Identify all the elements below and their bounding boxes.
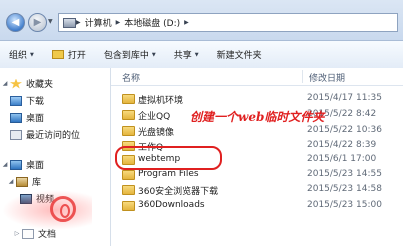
folder-icon <box>122 170 135 180</box>
back-button[interactable]: ◀ <box>6 13 25 32</box>
file-name: 360安全浏览器下载 <box>138 187 219 197</box>
command-bar: 组织 ▼ 打开 包含到库中 ▼ 共享 ▼ 新建文件夹 <box>0 41 403 69</box>
annotation-text: 创建一个web临时文件夹 <box>190 110 325 124</box>
file-name: 虚拟机环境 <box>138 96 184 106</box>
file-row[interactable]: 360Downloads 2015/5/23 15:00 <box>111 198 403 213</box>
breadcrumb-drive-d[interactable]: 本地磁盘 (D:) <box>120 16 184 29</box>
star-icon <box>10 78 22 89</box>
file-date: 2015/5/23 14:58 <box>307 184 382 194</box>
file-date: 2015/4/22 8:39 <box>307 140 377 150</box>
nav-item-label: 桌面 <box>26 161 45 171</box>
file-name: Program Files <box>138 169 199 179</box>
file-name: 企业QQ <box>138 112 171 122</box>
column-header-name[interactable]: 名称 <box>122 71 140 84</box>
file-date: 2015/5/23 14:55 <box>307 169 382 179</box>
column-divider[interactable] <box>302 70 303 83</box>
download-folder-icon <box>10 95 22 106</box>
nav-item-favorites[interactable]: ◢ 收藏夹 <box>0 76 53 91</box>
file-date: 2015/5/22 10:36 <box>307 125 382 135</box>
nav-item-label: 收藏夹 <box>26 80 54 90</box>
library-icon <box>16 176 28 187</box>
share-label: 共享 <box>173 51 192 61</box>
file-row[interactable]: 虚拟机环境 2015/4/17 11:35 <box>111 91 403 106</box>
nav-item-desktop[interactable]: ◢ 桌面 <box>0 157 44 172</box>
arrow-right-icon: ▶ <box>33 17 42 28</box>
nav-item-label: 最近访问的位 <box>26 131 81 141</box>
new-folder-button[interactable]: 新建文件夹 <box>208 48 271 61</box>
arrow-left-icon: ◀ <box>11 17 20 28</box>
documents-icon <box>22 228 34 239</box>
folder-icon <box>122 201 135 211</box>
recent-pages-dropdown-icon[interactable]: ▼ <box>48 18 53 25</box>
breadcrumb-computer[interactable]: 计算机 <box>81 16 116 29</box>
file-date: 2015/6/1 17:00 <box>307 154 377 164</box>
breadcrumb[interactable]: ▶ 计算机 ▶ 本地磁盘 (D:) ▶ <box>58 13 398 32</box>
chevron-right-icon[interactable]: ▶ <box>184 19 189 26</box>
file-row[interactable]: 360安全浏览器下载 2015/5/23 14:58 <box>111 182 403 197</box>
share-button[interactable]: 共享 ▼ <box>165 48 208 61</box>
open-label: 打开 <box>67 51 86 61</box>
open-button[interactable]: 打开 <box>43 48 95 61</box>
nav-item-recent-places[interactable]: 最近访问的位 <box>10 127 80 142</box>
recent-places-icon <box>10 129 22 140</box>
desktop-icon <box>10 112 22 123</box>
file-name: 光盘镜像 <box>138 128 175 138</box>
forward-button[interactable]: ▶ <box>28 13 47 32</box>
column-header-row: 名称 修改日期 <box>111 68 403 86</box>
chevron-down-icon: ▼ <box>151 51 156 58</box>
nav-item-label: 下载 <box>26 97 45 107</box>
organize-button[interactable]: 组织 ▼ <box>0 48 43 61</box>
collapse-triangle-icon[interactable]: ◢ <box>0 161 10 168</box>
nav-item-downloads[interactable]: 下载 <box>10 93 44 108</box>
column-header-date[interactable]: 修改日期 <box>309 71 345 84</box>
collapse-triangle-icon[interactable]: ◢ <box>6 178 16 185</box>
nav-item-label: 桌面 <box>26 114 45 124</box>
new-folder-label: 新建文件夹 <box>216 51 262 61</box>
nav-item-desktop-fav[interactable]: 桌面 <box>10 110 44 125</box>
computer-icon <box>63 17 76 28</box>
file-name: 360Downloads <box>138 200 205 210</box>
chevron-down-icon: ▼ <box>194 51 199 58</box>
address-bar: ◀ ▶ ▼ ▶ 计算机 ▶ 本地磁盘 (D:) ▶ <box>0 0 403 41</box>
nav-item-label: 库 <box>32 178 42 188</box>
expand-triangle-icon[interactable]: ▷ <box>12 230 22 237</box>
file-date: 2015/4/17 11:35 <box>307 93 382 103</box>
highlight-circle <box>115 146 222 170</box>
file-row[interactable]: 光盘镜像 2015/5/22 10:36 <box>111 123 403 138</box>
folder-open-icon <box>51 50 64 59</box>
desktop-icon <box>10 159 22 170</box>
click-glow <box>2 190 92 230</box>
chevron-down-icon: ▼ <box>30 51 34 58</box>
folder-icon <box>122 126 135 136</box>
mouse-click-indicator-icon <box>50 196 76 222</box>
organize-label: 组织 <box>9 51 28 61</box>
folder-icon <box>122 110 135 120</box>
folder-icon <box>122 94 135 104</box>
folder-icon <box>122 185 135 195</box>
collapse-triangle-icon[interactable]: ◢ <box>0 80 10 87</box>
include-in-library-button[interactable]: 包含到库中 ▼ <box>95 48 165 61</box>
nav-item-libraries[interactable]: ◢ 库 <box>6 174 41 189</box>
include-in-library-label: 包含到库中 <box>103 51 149 61</box>
file-date: 2015/5/23 15:00 <box>307 200 382 210</box>
